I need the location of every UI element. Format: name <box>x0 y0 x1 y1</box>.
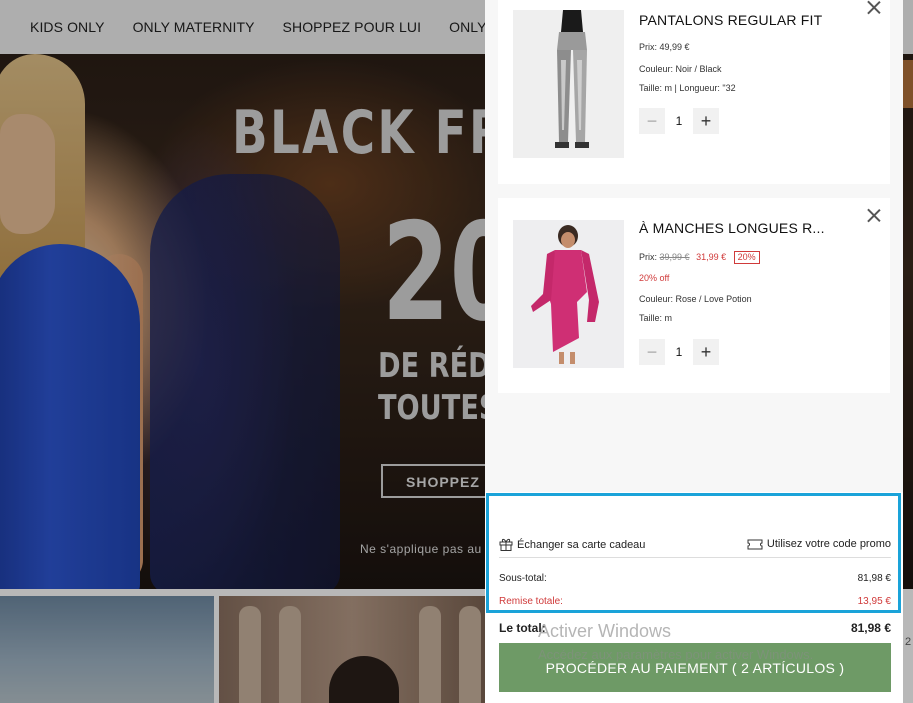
cart-item: PANTALONS REGULAR FIT Prix: 49,99 € Coul… <box>498 0 890 184</box>
promo-code-link[interactable]: Utilisez votre code promo <box>747 538 891 550</box>
product-price-line: Prix: 39,99 € 31,99 € 20% <box>639 251 760 264</box>
original-price: 39,99 € <box>659 252 690 262</box>
color-label: Couleur: <box>639 64 674 74</box>
color-label: Couleur: <box>639 294 674 304</box>
remove-item-button[interactable] <box>866 208 882 224</box>
gift-card-label: Échanger sa carte cadeau <box>517 538 646 551</box>
increase-quantity-button[interactable]: + <box>693 108 719 134</box>
windows-activation-title: Activer Windows <box>538 621 672 641</box>
product-size-line: Taille: m | Longueur: "32 <box>639 83 736 93</box>
quantity-value[interactable]: 1 <box>665 108 693 134</box>
subtotal-row: Sous-total: 81,98 € <box>499 573 891 584</box>
product-image-pink-dress[interactable] <box>513 220 624 368</box>
gift-icon <box>499 538 513 551</box>
subtotal-value: 81,98 € <box>857 573 891 584</box>
price-value: 49,99 € <box>659 42 690 52</box>
product-title[interactable]: PANTALONS REGULAR FIT <box>639 12 822 28</box>
quantity-value[interactable]: 1 <box>665 339 693 365</box>
product-title[interactable]: À MANCHES LONGUES R... <box>639 220 825 236</box>
cart-drawer: PANTALONS REGULAR FIT Prix: 49,99 € Coul… <box>485 0 903 703</box>
promo-code-label: Utilisez votre code promo <box>766 538 891 550</box>
size-label: Taille: <box>639 313 663 323</box>
ticket-icon <box>747 539 763 549</box>
cart-item: À MANCHES LONGUES R... Prix: 39,99 € 31,… <box>498 198 890 393</box>
discount-value: 13,95 € <box>857 596 891 607</box>
color-value: Rose / Love Potion <box>675 294 752 304</box>
windows-activation-subtitle: Accédez aux paramètres pour activer Wind… <box>538 647 814 662</box>
product-color-line: Couleur: Rose / Love Potion <box>639 294 752 304</box>
product-color-line: Couleur: Noir / Black <box>639 64 722 74</box>
total-value: 81,98 € <box>850 621 891 635</box>
color-value: Noir / Black <box>675 64 722 74</box>
sequin-pants-photo <box>513 10 624 158</box>
size-value: m <box>664 313 673 323</box>
quantity-stepper: − 1 + <box>639 108 719 134</box>
gift-card-link[interactable]: Échanger sa carte cadeau <box>499 538 645 551</box>
price-label: Prix: <box>639 42 657 52</box>
product-size-line: Taille: m <box>639 313 672 323</box>
discount-note: 20% off <box>639 273 670 283</box>
product-price-line: Prix: 49,99 € <box>639 42 690 52</box>
discount-label: Remise totale: <box>499 596 563 607</box>
cart-summary: Échanger sa carte cadeau Utilisez votre … <box>485 492 903 703</box>
quantity-stepper: − 1 + <box>639 339 719 365</box>
product-image-sequin-pants[interactable] <box>513 10 624 158</box>
size-value: m | Longueur: "32 <box>664 83 736 93</box>
size-label: Taille: <box>639 83 663 93</box>
subtotal-label: Sous-total: <box>499 573 547 584</box>
decrease-quantity-button[interactable]: − <box>639 108 665 134</box>
gift-promo-row: Échanger sa carte cadeau Utilisez votre … <box>499 536 891 558</box>
pink-dress-photo <box>513 220 624 368</box>
increase-quantity-button[interactable]: + <box>693 339 719 365</box>
sale-price: 31,99 € <box>696 252 727 262</box>
edge-digit: 2 <box>905 636 912 648</box>
discount-row: Remise totale: 13,95 € <box>499 596 891 607</box>
price-label: Prix: <box>639 252 657 262</box>
remove-item-button[interactable] <box>866 0 882 16</box>
decrease-quantity-button[interactable]: − <box>639 339 665 365</box>
discount-badge: 20% <box>733 251 760 264</box>
